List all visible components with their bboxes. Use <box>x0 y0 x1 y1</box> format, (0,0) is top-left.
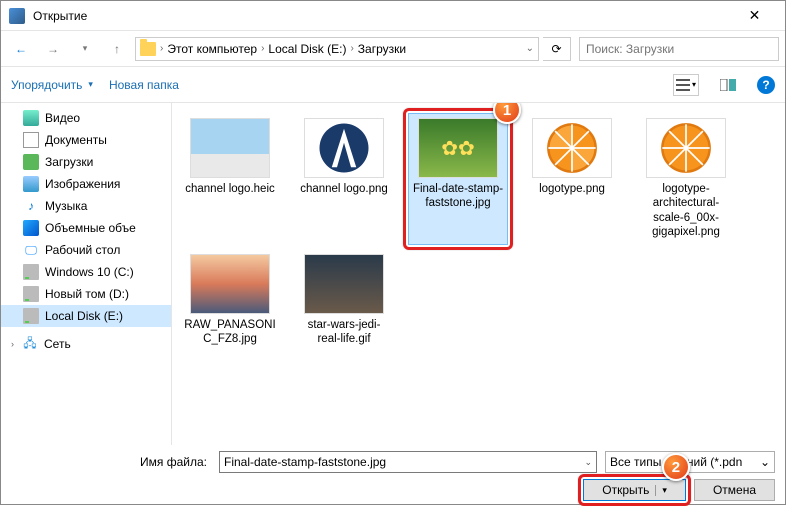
chevron-right-icon: › <box>261 43 264 54</box>
sidebar-label: Видео <box>45 111 80 125</box>
sidebar-item-downloads[interactable]: Загрузки <box>1 151 171 173</box>
network-icon: 🖧 <box>22 336 38 352</box>
sidebar-label: Изображения <box>45 177 120 191</box>
download-icon <box>23 154 39 170</box>
file-label: channel logo.png <box>297 182 391 196</box>
sidebar-item-video[interactable]: Видео <box>1 107 171 129</box>
desktop-icon: 🖵 <box>23 242 39 258</box>
chevron-right-icon: › <box>350 43 353 54</box>
filetype-select[interactable]: Все типы из ений (*.pdn ⌄ <box>605 451 775 473</box>
sidebar-label: Windows 10 (C:) <box>45 265 134 279</box>
cancel-button[interactable]: Отмена <box>694 479 775 501</box>
window-title: Открытие <box>33 9 732 23</box>
open-label: Открыть <box>602 483 649 497</box>
file-list[interactable]: SB-1-9 channel logo.heic channel logo.pn… <box>172 103 785 445</box>
drive-icon <box>23 286 39 302</box>
file-item[interactable]: logotype.png <box>522 113 622 245</box>
filename-input[interactable]: Final-date-stamp-faststone.jpg ⌄ <box>219 451 597 473</box>
file-item[interactable]: RAW_PANASONIC_FZ8.jpg <box>180 249 280 352</box>
file-item[interactable]: star-wars-jedi-real-life.gif <box>294 249 394 352</box>
sidebar-label: Документы <box>45 133 107 147</box>
file-label: logotype.png <box>525 182 619 196</box>
breadcrumb-item[interactable]: Загрузки <box>358 42 406 56</box>
image-icon <box>23 176 39 192</box>
thumbnail-icon <box>418 118 498 178</box>
folder-icon <box>140 42 156 56</box>
chevron-right-icon: › <box>11 339 14 349</box>
view-details-button[interactable]: ▾ <box>673 74 699 96</box>
search-input[interactable] <box>586 42 772 56</box>
annotation-callout: 1 <box>493 103 521 124</box>
nav-forward[interactable]: → <box>39 35 67 63</box>
app-icon <box>9 8 25 24</box>
file-item[interactable]: channel logo.heic <box>180 113 280 245</box>
sidebar-label: Рабочий стол <box>45 243 120 257</box>
thumbnail-icon <box>304 118 384 178</box>
nav-up[interactable]: ↑ <box>103 35 131 63</box>
drive-icon <box>23 308 39 324</box>
sidebar-item-documents[interactable]: Документы <box>1 129 171 151</box>
file-item-cutoff[interactable]: SB-1-9 <box>312 103 412 105</box>
sidebar: Видео Документы Загрузки Изображения ♪ Му… <box>1 103 171 445</box>
thumbnail-icon <box>304 254 384 314</box>
sidebar-label: Local Disk (E:) <box>45 309 123 323</box>
open-button[interactable]: Открыть ▾ <box>583 479 686 501</box>
help-button[interactable]: ? <box>757 76 775 94</box>
chevron-down-icon[interactable]: ▾ <box>655 485 667 496</box>
new-folder-button[interactable]: Новая папка <box>109 78 179 92</box>
view-preview-button[interactable] <box>715 74 741 96</box>
sidebar-item-images[interactable]: Изображения <box>1 173 171 195</box>
filename-value: Final-date-stamp-faststone.jpg <box>224 455 386 469</box>
sidebar-item-music[interactable]: ♪ Музыка <box>1 195 171 217</box>
nav-recent[interactable]: ▾ <box>71 35 99 63</box>
sidebar-label: Загрузки <box>45 155 93 169</box>
refresh-button[interactable]: ⟳ <box>543 37 571 61</box>
sidebar-item-3d[interactable]: Объемные объе <box>1 217 171 239</box>
chevron-down-icon[interactable]: ⌄ <box>526 43 534 54</box>
sidebar-label: Музыка <box>45 199 87 213</box>
drive-icon <box>23 264 39 280</box>
file-item[interactable]: logotype-architectural-scale-6_00x-gigap… <box>636 113 736 245</box>
thumbnail-icon <box>646 118 726 178</box>
sidebar-item-drive-d[interactable]: Новый том (D:) <box>1 283 171 305</box>
thumbnail-icon <box>190 254 270 314</box>
file-label: channel logo.heic <box>183 182 277 196</box>
sidebar-label: Новый том (D:) <box>45 287 129 301</box>
search-box[interactable] <box>579 37 779 61</box>
organize-menu[interactable]: Упорядочить <box>11 78 93 92</box>
chevron-down-icon[interactable]: ⌄ <box>584 457 592 468</box>
file-label: Final-date-stamp-faststone.jpg <box>411 182 505 211</box>
breadcrumb[interactable]: › Этот компьютер › Local Disk (E:) › Заг… <box>135 37 539 61</box>
nav-back[interactable]: ← <box>7 35 35 63</box>
annotation-callout: 2 <box>662 453 690 481</box>
file-label: star-wars-jedi-real-life.gif <box>297 318 391 347</box>
file-label: RAW_PANASONIC_FZ8.jpg <box>183 318 277 347</box>
chevron-down-icon[interactable]: ⌄ <box>760 455 770 469</box>
video-icon <box>23 110 39 126</box>
sidebar-label: Объемные объе <box>45 221 136 235</box>
document-icon <box>23 132 39 148</box>
chevron-right-icon: › <box>160 43 163 54</box>
breadcrumb-item[interactable]: Этот компьютер <box>167 42 257 56</box>
cube-icon <box>23 220 39 236</box>
breadcrumb-item[interactable]: Local Disk (E:) <box>268 42 346 56</box>
filename-label: Имя файла: <box>11 455 211 469</box>
file-item[interactable]: channel logo.png <box>294 113 394 245</box>
sidebar-item-desktop[interactable]: 🖵 Рабочий стол <box>1 239 171 261</box>
sidebar-item-network[interactable]: › 🖧 Сеть <box>1 333 171 355</box>
sidebar-item-drive-e[interactable]: Local Disk (E:) <box>1 305 171 327</box>
thumbnail-icon <box>532 118 612 178</box>
thumbnail-icon <box>190 118 270 178</box>
file-label: logotype-architectural-scale-6_00x-gigap… <box>639 182 733 240</box>
close-button[interactable]: ✕ <box>732 1 777 31</box>
music-icon: ♪ <box>23 198 39 214</box>
file-item-selected[interactable]: Final-date-stamp-faststone.jpg 1 <box>408 113 508 245</box>
sidebar-item-drive-c[interactable]: Windows 10 (C:) <box>1 261 171 283</box>
sidebar-label: Сеть <box>44 337 71 351</box>
